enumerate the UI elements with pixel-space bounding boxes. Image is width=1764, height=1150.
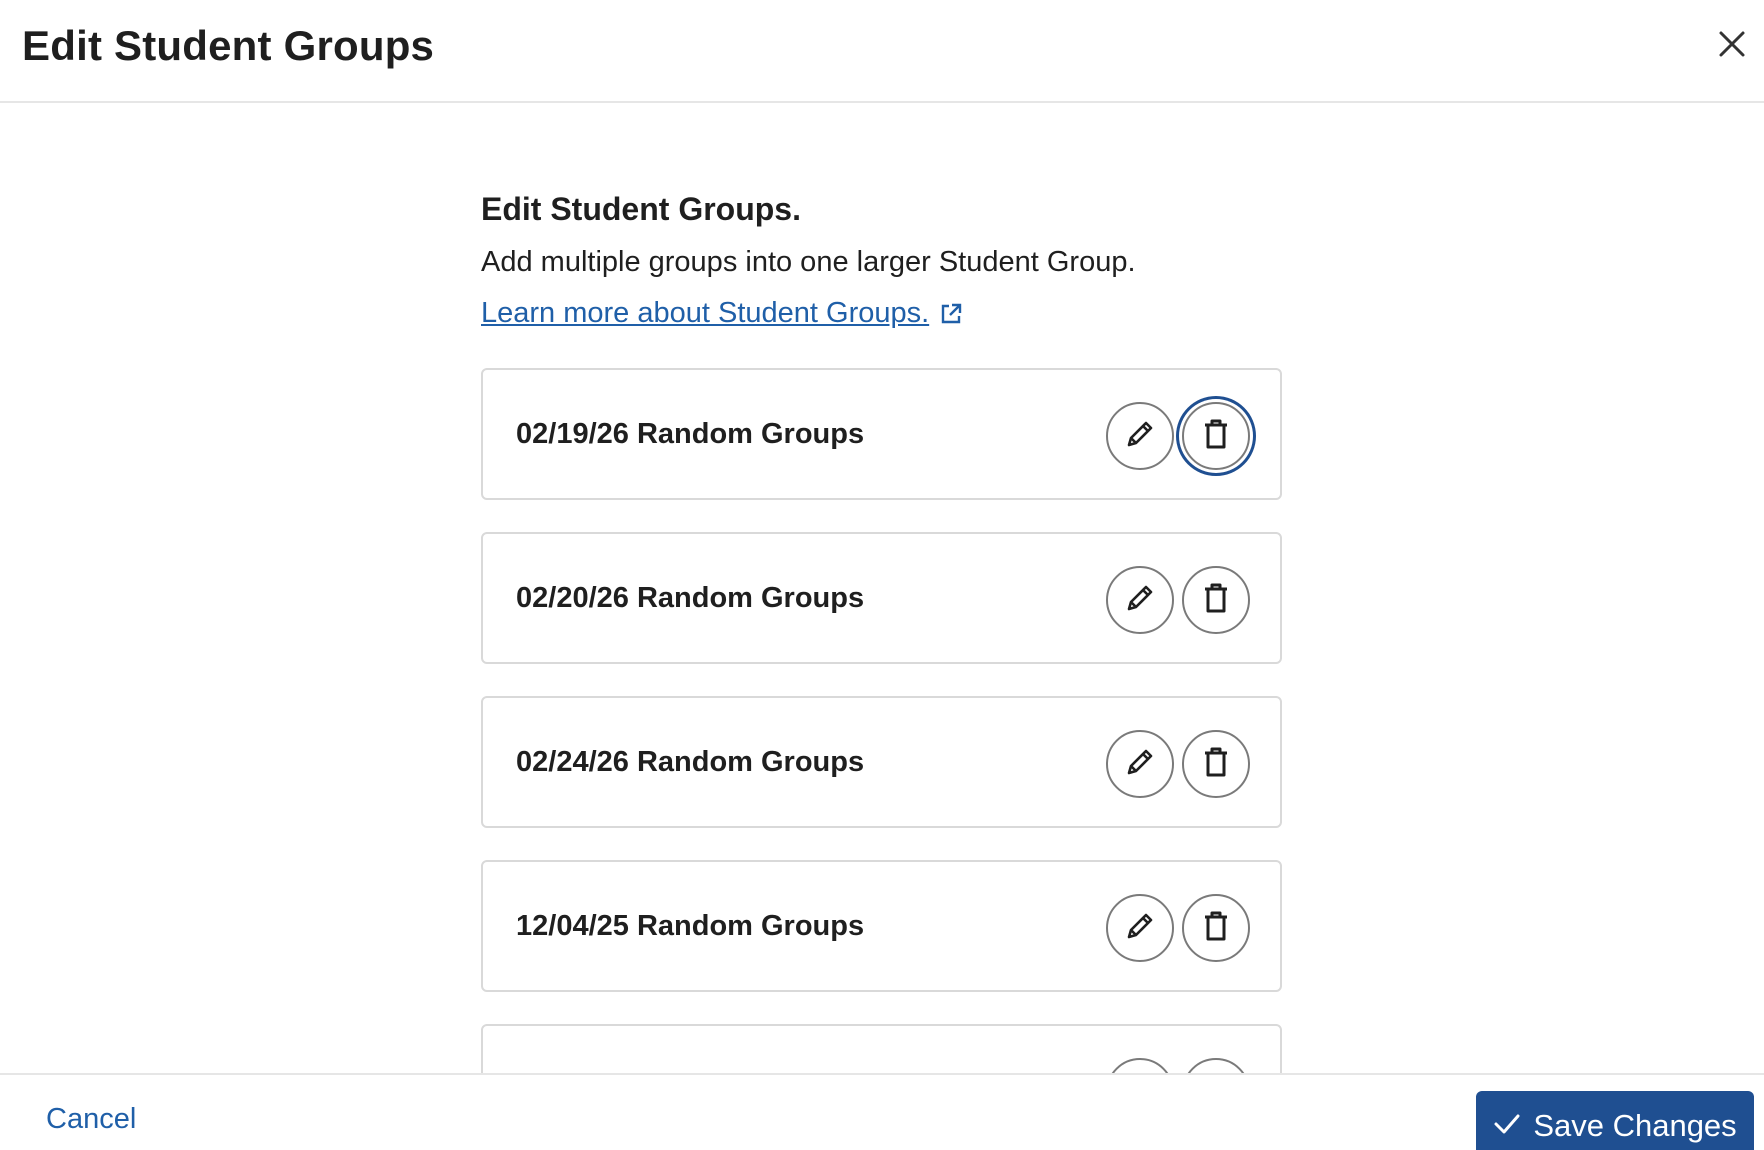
save-changes-label: Save Changes: [1533, 1108, 1737, 1143]
delete-group-button[interactable]: [1182, 402, 1250, 470]
save-changes-button[interactable]: Save Changes: [1476, 1091, 1754, 1150]
edit-group-button[interactable]: [1106, 730, 1174, 798]
delete-group-button[interactable]: [1182, 1058, 1250, 1073]
dialog-title: Edit Student Groups: [22, 22, 435, 69]
group-card: [481, 1024, 1282, 1073]
group-card: 02/24/26 Random Groups: [481, 696, 1282, 828]
trash-icon: [1201, 746, 1231, 783]
pencil-icon: [1123, 581, 1157, 620]
dialog-header: Edit Student Groups: [0, 0, 1764, 103]
delete-group-button[interactable]: [1182, 566, 1250, 634]
edit-group-button[interactable]: [1106, 402, 1174, 470]
close-button[interactable]: [1712, 26, 1752, 66]
dialog-footer: Cancel Save Changes: [0, 1073, 1764, 1150]
group-name: 02/19/26 Random Groups: [516, 418, 865, 450]
section-description: Add multiple groups into one larger Stud…: [481, 246, 1136, 278]
cancel-button[interactable]: Cancel: [46, 1103, 136, 1136]
group-card: 12/04/25 Random Groups: [481, 860, 1282, 992]
checkmark-icon: [1493, 1108, 1521, 1144]
pencil-icon: [1123, 909, 1157, 948]
learn-more-label: Learn more about Student Groups.: [481, 297, 930, 329]
delete-group-button[interactable]: [1182, 730, 1250, 798]
group-name: 02/24/26 Random Groups: [516, 746, 865, 778]
delete-group-button[interactable]: [1182, 894, 1250, 962]
edit-group-button[interactable]: [1106, 566, 1174, 634]
edit-group-button[interactable]: [1106, 1058, 1174, 1073]
pencil-icon: [1123, 745, 1157, 784]
close-icon: [1717, 29, 1747, 64]
trash-icon: [1201, 910, 1231, 947]
pencil-icon: [1123, 417, 1157, 456]
group-card: 02/20/26 Random Groups: [481, 532, 1282, 664]
learn-more-link[interactable]: Learn more about Student Groups.: [481, 297, 963, 330]
external-link-icon: [939, 302, 963, 326]
edit-group-button[interactable]: [1106, 894, 1174, 962]
group-card: 02/19/26 Random Groups: [481, 368, 1282, 500]
dialog-body[interactable]: Edit Student Groups. Add multiple groups…: [0, 103, 1764, 1073]
section-title: Edit Student Groups.: [481, 191, 801, 227]
group-name: 02/20/26 Random Groups: [516, 582, 865, 614]
trash-icon: [1201, 582, 1231, 619]
group-list: 02/19/26 Random Groups 02/20/26 Random G…: [481, 368, 1282, 1073]
group-name: 12/04/25 Random Groups: [516, 910, 865, 942]
trash-icon: [1201, 418, 1231, 455]
